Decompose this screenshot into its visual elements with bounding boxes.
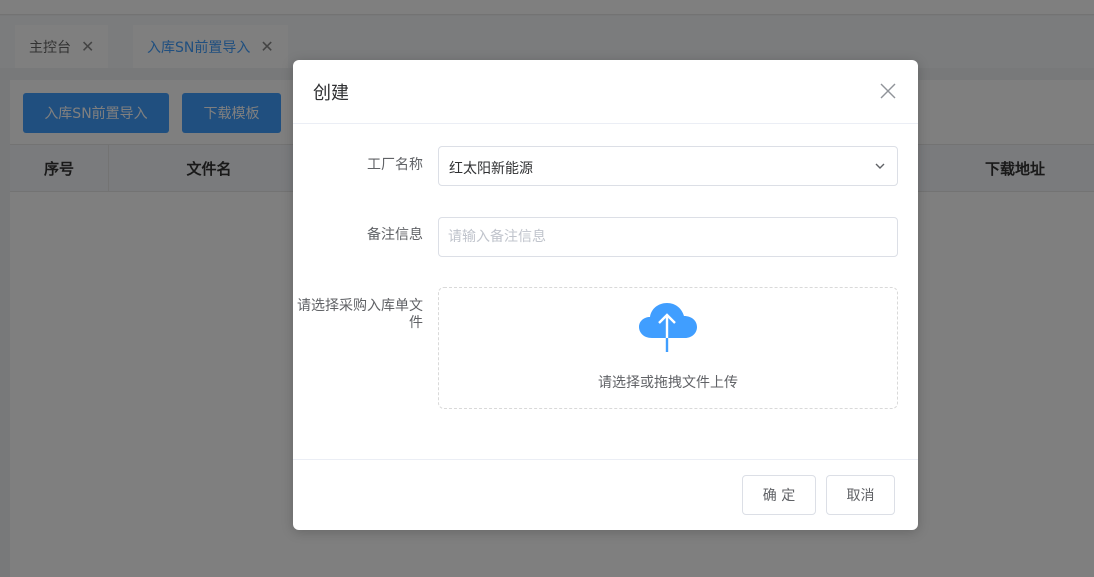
chevron-down-icon (875, 163, 885, 169)
cancel-button[interactable]: 取消 (826, 475, 895, 515)
factory-name-label: 工厂名称 (367, 157, 423, 173)
dialog-footer: 确 定 取消 (293, 459, 918, 530)
factory-select[interactable]: 红太阳新能源 (438, 146, 898, 186)
purchase-file-label: 请选择采购入库单文件 (297, 298, 423, 331)
remark-input[interactable] (438, 217, 898, 257)
dialog-header: 创建 (293, 60, 918, 124)
file-upload-dropzone[interactable]: 请选择或拖拽文件上传 (438, 287, 898, 409)
create-dialog: 创建 工厂名称 红太阳新能源 备注信息 请选择采购入库单文件 请选择或拖拽文件上… (293, 60, 918, 530)
factory-select-value: 红太阳新能源 (449, 161, 533, 177)
upload-hint-text: 请选择或拖拽文件上传 (598, 375, 738, 391)
dialog-title: 创建 (313, 83, 349, 104)
cloud-upload-icon (639, 303, 697, 352)
confirm-button[interactable]: 确 定 (742, 475, 816, 515)
remark-label: 备注信息 (367, 227, 423, 243)
close-icon[interactable] (877, 80, 899, 102)
